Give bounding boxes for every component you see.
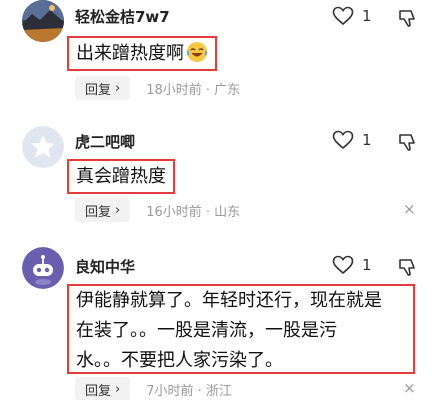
- time-location: 16小时前 · 山东: [146, 204, 241, 220]
- like-button[interactable]: 1: [332, 255, 372, 275]
- dislike-button[interactable]: [398, 132, 418, 156]
- avatar[interactable]: [22, 247, 64, 289]
- thumbs-down-icon: [399, 259, 415, 276]
- comment-text-highlight: 伊能静就算了。年轻时还行，现在就是 在装了。。一股是清流，一股是污 水。。不要把…: [67, 284, 415, 374]
- like-count: 1: [362, 256, 372, 274]
- reply-label: 回复: [85, 383, 112, 399]
- chevron-right-icon: ›: [115, 80, 121, 96]
- reply-label: 回复: [85, 204, 112, 220]
- reply-button[interactable]: 回复 ›: [75, 198, 131, 222]
- dislike-button[interactable]: [398, 8, 418, 32]
- close-icon[interactable]: ×: [403, 379, 416, 397]
- heart-icon: [332, 6, 354, 26]
- thumbs-down-icon: [399, 10, 415, 27]
- reply-button[interactable]: 回复 ›: [75, 377, 131, 400]
- time-location: 18小时前 · 广东: [146, 82, 241, 98]
- time-location: 7小时前 · 浙江: [146, 383, 232, 399]
- comment-meta: 回复 › 16小时前 · 山东: [75, 198, 240, 222]
- like-button[interactable]: 1: [332, 130, 372, 150]
- comment-text-line: 在装了。。一股是清流，一股是污: [76, 320, 337, 341]
- chevron-right-icon: ›: [115, 381, 121, 397]
- landscape-photo-avatar: [22, 0, 64, 42]
- username[interactable]: 轻松金桔7w7: [75, 6, 170, 27]
- like-count: 1: [362, 131, 372, 149]
- username[interactable]: 良知中华: [75, 256, 135, 277]
- comment-text: 真会蹭热度: [76, 166, 166, 187]
- dislike-button[interactable]: [398, 257, 418, 281]
- comment-text-highlight: 出来蹭热度啊: [67, 36, 217, 71]
- avatar[interactable]: [22, 126, 64, 168]
- avatar[interactable]: [22, 0, 64, 42]
- comment-meta: 回复 › 18小时前 · 广东: [75, 76, 240, 100]
- purple-robot-avatar: [22, 247, 64, 289]
- thumbs-down-icon: [399, 134, 415, 151]
- comment-text: 出来蹭热度啊: [76, 43, 184, 64]
- comment-text-line: 水。。不要把人家污染了。: [76, 350, 283, 371]
- crying-laughing-face-icon: [187, 42, 207, 62]
- username[interactable]: 虎二吧唧: [75, 131, 135, 152]
- comment-text-line: 伊能静就算了。年轻时还行，现在就是: [76, 290, 382, 311]
- heart-icon: [332, 255, 354, 275]
- like-count: 1: [362, 7, 372, 25]
- default-star-avatar: [22, 126, 64, 168]
- close-icon[interactable]: ×: [403, 200, 416, 218]
- reply-label: 回复: [85, 82, 112, 98]
- comment-meta: 回复 › 7小时前 · 浙江: [75, 377, 232, 400]
- heart-icon: [332, 130, 354, 150]
- like-button[interactable]: 1: [332, 6, 372, 26]
- chevron-right-icon: ›: [115, 202, 121, 218]
- comment-text-highlight: 真会蹭热度: [67, 159, 175, 194]
- reply-button[interactable]: 回复 ›: [75, 76, 131, 100]
